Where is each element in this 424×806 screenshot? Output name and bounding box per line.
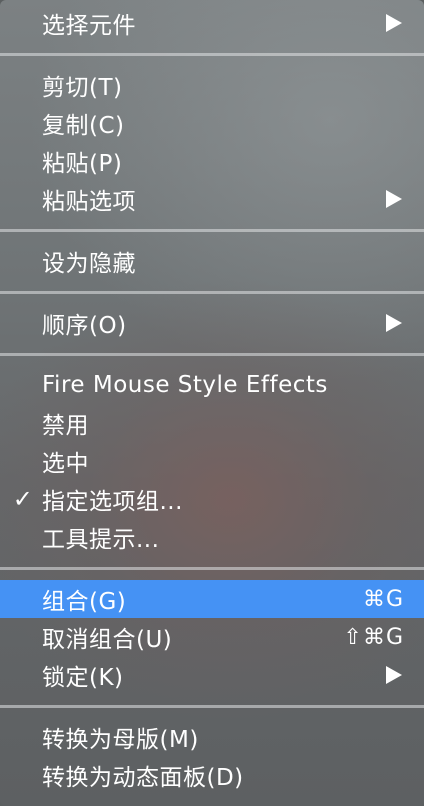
separator-line	[0, 290, 424, 294]
menu-item-剪切[interactable]: 剪切(T)	[0, 66, 424, 104]
menu-item-组合[interactable]: 组合(G) ⌘G	[0, 580, 424, 618]
menu-item-粘贴[interactable]: 粘贴(P)	[0, 142, 424, 180]
menu-item-label: 取消组合(U)	[42, 627, 173, 653]
menu-separator	[0, 694, 424, 718]
menu-separator	[0, 556, 424, 580]
submenu-arrow-icon	[386, 666, 402, 684]
menu-item-label: 复制(C)	[42, 113, 125, 139]
menu-item-工具提示[interactable]: 工具提示...	[0, 518, 424, 556]
menu-item-label: 组合(G)	[42, 589, 127, 615]
menu-item-label: 指定选项组...	[42, 489, 183, 515]
menu-item-label: 转换为动态面板(D)	[42, 765, 244, 791]
menu-item-转换为动态面板[interactable]: 转换为动态面板(D)	[0, 756, 424, 794]
menu-item-label: 粘贴(P)	[42, 151, 123, 177]
menu-item-label: 锁定(K)	[42, 665, 124, 691]
submenu-arrow-icon	[386, 14, 402, 32]
menu-item-顺序[interactable]: 顺序(O)	[0, 304, 424, 342]
menu-item-取消组合[interactable]: 取消组合(U) ⇧⌘G	[0, 618, 424, 656]
separator-line	[0, 352, 424, 356]
menu-item-label: 工具提示...	[42, 527, 160, 553]
submenu-arrow-icon	[386, 190, 402, 208]
menu-separator	[0, 280, 424, 304]
menu-item-禁用[interactable]: 禁用	[0, 404, 424, 442]
separator-line	[0, 704, 424, 708]
menu-item-label: 禁用	[42, 413, 89, 439]
menu-separator	[0, 218, 424, 242]
shortcut-label: ⌘G	[362, 586, 404, 612]
menu-item-转换为母版[interactable]: 转换为母版(M)	[0, 718, 424, 756]
menu-item-指定选项组[interactable]: ✓ 指定选项组...	[0, 480, 424, 518]
menu-item-label: Fire Mouse Style Effects	[42, 372, 328, 398]
menu-item-label: 设为隐藏	[42, 251, 136, 277]
menu-item-选中[interactable]: 选中	[0, 442, 424, 480]
menu-item-锁定[interactable]: 锁定(K)	[0, 656, 424, 694]
menu-item-选择元件[interactable]: 选择元件	[0, 4, 424, 42]
separator-line	[0, 52, 424, 56]
menu-item-label: 选中	[42, 451, 89, 477]
checkmark-icon: ✓	[12, 485, 34, 513]
menu-item-设为隐藏[interactable]: 设为隐藏	[0, 242, 424, 280]
menu-item-粘贴选项[interactable]: 粘贴选项	[0, 180, 424, 218]
menu-item-fire-mouse-style-effects[interactable]: Fire Mouse Style Effects	[0, 366, 424, 404]
separator-line	[0, 228, 424, 232]
menu-item-label: 粘贴选项	[42, 189, 136, 215]
shortcut-label: ⇧⌘G	[343, 624, 404, 650]
menu-separator	[0, 42, 424, 66]
menu-item-label: 转换为母版(M)	[42, 727, 199, 753]
context-menu: 选择元件剪切(T) 复制(C) 粘贴(P) 粘贴选项设为隐藏顺序(O) Fire Mou…	[0, 0, 424, 806]
menu-separator	[0, 342, 424, 366]
separator-line	[0, 566, 424, 570]
submenu-arrow-icon	[386, 314, 402, 332]
menu-item-label: 选择元件	[42, 13, 136, 39]
menu-item-复制[interactable]: 复制(C)	[0, 104, 424, 142]
menu-item-label: 顺序(O)	[42, 313, 127, 339]
menu-item-label: 剪切(T)	[42, 75, 123, 101]
